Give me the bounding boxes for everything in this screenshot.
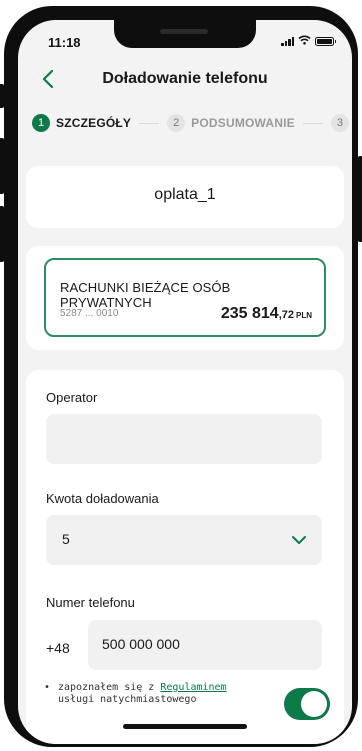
phone-prefix: +48 [46,640,70,656]
power-button [358,156,362,242]
screen: 11:18 Doładowanie telefonu 1 SZCZEGÓŁY 2… [18,20,352,744]
status-time: 11:18 [48,35,81,50]
phone-value: 500 000 000 [102,636,180,652]
consent-toggle[interactable] [284,688,330,720]
signal-icon [281,36,294,46]
account-card: RACHUNKI BIEŻĄCE OSÓB PRYWATNYCH 5287 ..… [26,246,344,350]
speaker [160,29,208,34]
wifi-icon [298,35,311,47]
phone-input[interactable]: 500 000 000 [88,620,322,670]
step-indicator: 1 SZCZEGÓŁY 2 PODSUMOWANIE 3 PO [32,112,352,134]
step-number: 3 [330,114,349,132]
step-details: 1 SZCZEGÓŁY [32,114,131,132]
chevron-down-icon [290,531,308,549]
payee-card[interactable]: oplata_1 [26,166,344,228]
step-confirm: 3 PO [330,114,352,132]
step-divider [139,122,160,124]
amount-label: Kwota doładowania [46,491,159,506]
operator-label: Operator [46,390,98,405]
page-title: Doładowanie telefonu [102,70,268,87]
payee-name: oplata_1 [154,186,216,203]
bullet: • [44,682,51,693]
header: Doładowanie telefonu [18,62,352,98]
step-divider [302,122,323,124]
balance-main: 235 814 [220,305,279,322]
account-selector[interactable]: RACHUNKI BIEŻĄCE OSÓB PRYWATNYCH 5287 ..… [44,258,326,337]
consent-text-after: usługi natychmiastowego [58,694,197,705]
step-label: PODSUMOWANIE [191,116,295,130]
volume-down-button [0,206,4,262]
amount-value: 5 [62,531,70,547]
regulations-link[interactable]: Regulaminem [160,682,226,693]
step-label: SZCZEGÓŁY [56,116,132,130]
notch [114,20,256,48]
operator-field[interactable] [46,414,322,464]
account-number: 5287 ... 0010 [60,308,119,319]
step-summary: 2 PODSUMOWANIE [167,114,295,132]
consent-text-before: zapoznałem się z [58,682,161,693]
volume-up-button [0,138,4,194]
home-indicator [123,724,247,729]
phone-label: Numer telefonu [46,595,135,610]
step-number: 1 [32,114,50,132]
currency: PLN [296,311,312,320]
amount-dropdown[interactable]: 5 [46,515,322,565]
phone-frame: 11:18 Doładowanie telefonu 1 SZCZEGÓŁY 2… [0,6,362,747]
battery-icon [315,36,336,46]
account-balance: 235 814,72 PLN [221,305,312,323]
consent-text: • zapoznałem się z Regulaminem usługi na… [44,682,227,706]
status-icons [281,35,336,47]
mute-switch [0,84,4,108]
balance-fraction: ,72 [278,309,294,321]
step-number: 2 [167,114,186,132]
toggle-knob [301,691,327,717]
